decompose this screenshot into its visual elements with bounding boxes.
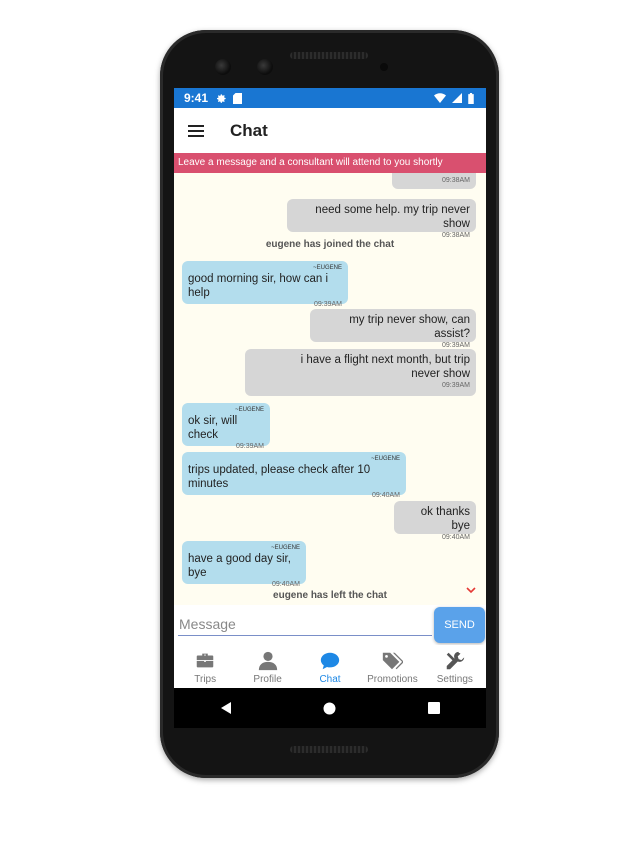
signal-icon bbox=[452, 93, 462, 103]
tab-profile[interactable]: Profile bbox=[236, 645, 298, 688]
wifi-icon bbox=[434, 93, 446, 103]
chevron-down-icon[interactable] bbox=[466, 585, 476, 595]
message-bubble-incoming: ~EUGENE good morning sir, how can i help… bbox=[182, 261, 348, 308]
page-title: Chat bbox=[230, 120, 268, 140]
message-bubble-outgoing: my trip never show, can assist? 09:39AM bbox=[310, 309, 476, 349]
gear-icon bbox=[217, 93, 226, 103]
chat-bubble-icon bbox=[320, 652, 340, 670]
bottom-speaker bbox=[290, 746, 368, 753]
message-time: 09:39AM bbox=[441, 382, 470, 389]
message-bubble-outgoing: i have a flight next month, but trip nev… bbox=[245, 349, 476, 396]
message-text: ok sir, will check bbox=[188, 415, 238, 441]
proximity-sensor bbox=[380, 63, 388, 71]
tags-icon bbox=[383, 652, 404, 670]
tab-label: Promotions bbox=[367, 674, 418, 685]
message-time: 09:39AM bbox=[235, 443, 264, 450]
tab-chat[interactable]: Chat bbox=[299, 645, 361, 688]
back-icon[interactable] bbox=[220, 701, 232, 715]
message-text: trips updated, please check after 10 min… bbox=[188, 464, 371, 490]
briefcase-icon bbox=[196, 653, 214, 668]
front-camera-secondary bbox=[257, 59, 273, 75]
recents-icon[interactable] bbox=[428, 702, 441, 714]
sender-name: ~EUGENE bbox=[371, 456, 400, 462]
message-bubble-outgoing: 09:38AM bbox=[392, 173, 476, 189]
home-icon[interactable] bbox=[323, 702, 336, 715]
phone-frame: 9:41 Chat Leave a message and a consulta… bbox=[160, 30, 499, 778]
message-composer: SEND bbox=[174, 605, 486, 645]
sd-card-icon bbox=[233, 92, 243, 104]
tab-label: Profile bbox=[253, 674, 282, 685]
sender-name: ~EUGENE bbox=[271, 545, 300, 551]
send-button[interactable]: SEND bbox=[434, 607, 485, 643]
bottom-tab-bar: Trips Profile Chat Promotions Settings bbox=[174, 645, 486, 688]
message-text: have a good day sir, bye bbox=[188, 553, 291, 579]
message-bubble-incoming: ~EUGENE ok sir, will check 09:39AM bbox=[182, 403, 270, 450]
message-bubble-incoming: ~EUGENE trips updated, please check afte… bbox=[182, 452, 406, 499]
tab-trips[interactable]: Trips bbox=[174, 645, 236, 688]
front-camera bbox=[215, 59, 231, 75]
tab-label: Trips bbox=[194, 674, 217, 685]
system-nav-bar bbox=[174, 688, 486, 728]
tab-label: Settings bbox=[436, 674, 473, 685]
system-notice: eugene has left the chat bbox=[273, 590, 387, 601]
message-input[interactable] bbox=[178, 613, 432, 636]
app-bar: Chat bbox=[174, 108, 486, 153]
message-text: i have a flight next month, but trip nev… bbox=[300, 354, 470, 380]
message-text: my trip never show, can assist? bbox=[349, 314, 470, 340]
sender-name: ~EUGENE bbox=[235, 407, 264, 413]
message-time: 09:40AM bbox=[371, 492, 400, 499]
message-text: need some help. my trip never show bbox=[315, 204, 470, 230]
message-bubble-incoming: ~EUGENE have a good day sir, bye 09:40AM bbox=[182, 541, 306, 588]
message-bubble-outgoing: ok thanks bye 09:40AM bbox=[394, 501, 476, 541]
battery-icon bbox=[468, 92, 474, 104]
person-icon bbox=[258, 651, 277, 671]
message-time: 09:40AM bbox=[271, 581, 300, 588]
message-time: 09:38AM bbox=[441, 177, 470, 184]
menu-icon[interactable] bbox=[188, 124, 204, 137]
tools-icon bbox=[446, 651, 464, 670]
tab-settings[interactable]: Settings bbox=[424, 645, 486, 688]
chat-messages[interactable]: 09:38AM need some help. my trip never sh… bbox=[174, 173, 486, 605]
message-bubble-outgoing: need some help. my trip never show 09:38… bbox=[287, 199, 476, 239]
earpiece-speaker bbox=[290, 52, 368, 59]
status-time: 9:41 bbox=[184, 91, 209, 105]
message-time: 09:40AM bbox=[441, 534, 470, 541]
tab-label: Chat bbox=[319, 674, 341, 685]
tab-promotions[interactable]: Promotions bbox=[361, 645, 423, 688]
info-banner: Leave a message and a consultant will at… bbox=[174, 153, 486, 173]
status-bar: 9:41 bbox=[174, 88, 486, 108]
sender-name: ~EUGENE bbox=[313, 265, 342, 271]
message-text: ok thanks bye bbox=[420, 506, 470, 532]
app-screen: 9:41 Chat Leave a message and a consulta… bbox=[174, 88, 486, 688]
system-notice: eugene has joined the chat bbox=[265, 239, 395, 250]
message-text: good morning sir, how can i help bbox=[188, 273, 328, 299]
